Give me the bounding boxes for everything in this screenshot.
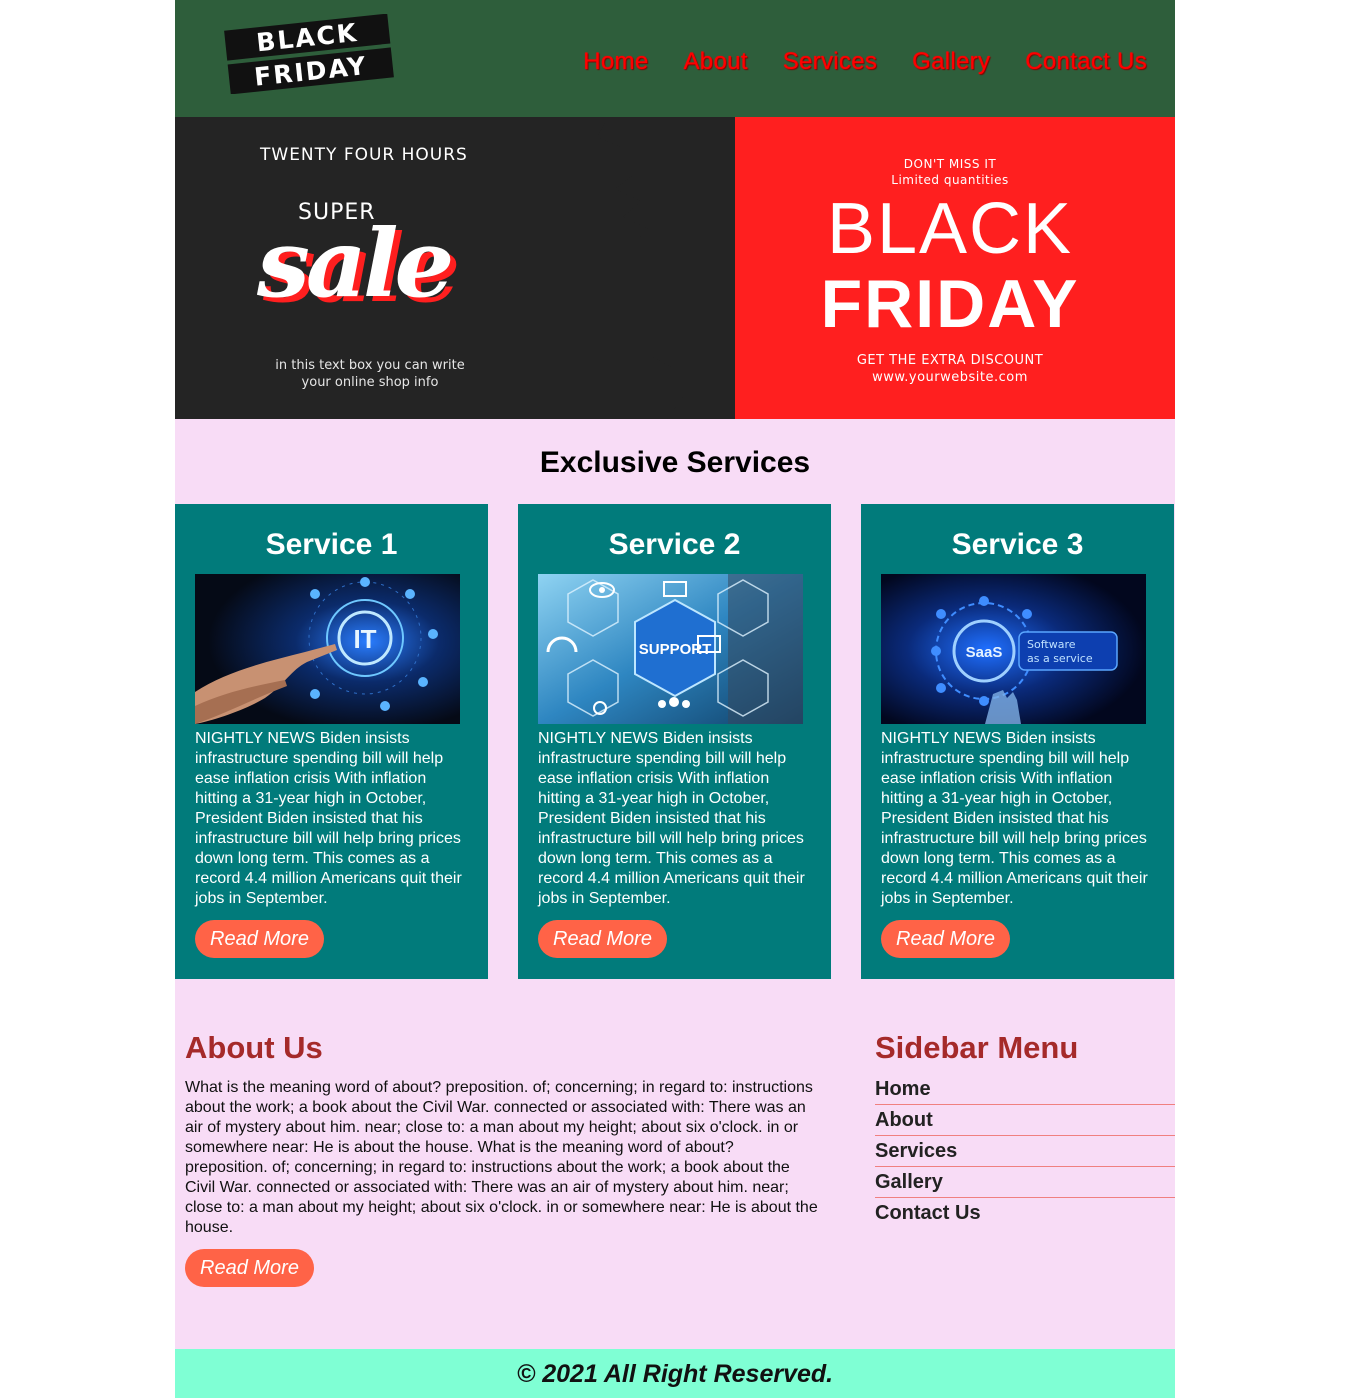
sidebar-title: Sidebar Menu [875, 1030, 1079, 1065]
banner-friday: FRIDAY [820, 266, 1080, 342]
read-more-button[interactable]: Read More [538, 920, 667, 958]
logo-line2: FRIDAY [253, 51, 369, 92]
sidebar-item-services[interactable]: Services [875, 1136, 1175, 1167]
support-image: SUPPORT [538, 574, 803, 724]
service-card-1: Service 1 IT NIGHTLY NEWS Biden insists … [175, 504, 488, 979]
copyright-text: © 2021 All Right Reserved. [516, 1360, 834, 1388]
saas-image-side-label-2: as a service [1027, 652, 1093, 665]
service-description: NIGHTLY NEWS Biden insists infrastructur… [195, 730, 462, 907]
it-technology-image: IT [195, 574, 460, 724]
sidebar-item-about[interactable]: About [875, 1105, 1175, 1136]
saas-image-side-label-1: Software [1027, 638, 1076, 651]
read-more-button[interactable]: Read More [195, 920, 324, 958]
banner-extra-discount: GET THE EXTRA DISCOUNT [856, 353, 1044, 368]
nav-contact-us[interactable]: Contact Us [1025, 48, 1147, 76]
nav-about[interactable]: About [684, 48, 748, 76]
sidebar-item-contact-us[interactable]: Contact Us [875, 1198, 1175, 1229]
service-card-3: Service 3 SaaS Software as a service NIG… [861, 504, 1174, 979]
saas-image: SaaS Software as a service [881, 574, 1146, 724]
nav-home[interactable]: Home [583, 48, 648, 76]
about-text: What is the meaning word of about? prepo… [185, 1079, 818, 1236]
service-title: Service 2 [608, 528, 741, 561]
about-title: About Us [185, 1030, 323, 1065]
service-description: NIGHTLY NEWS Biden insists infrastructur… [881, 730, 1148, 907]
sidebar-item-home[interactable]: Home [875, 1074, 1175, 1105]
banner-black: BLACK [826, 189, 1074, 269]
page: BLACK FRIDAY Home About Services Gallery… [175, 0, 1175, 1398]
service-title: Service 3 [951, 528, 1084, 561]
banner-limited: Limited quantities [891, 173, 1009, 187]
site-footer: © 2021 All Right Reserved. [175, 1349, 1175, 1398]
hero-banner: TWENTY FOUR HOURS SUPER sale in this tex… [175, 117, 1175, 419]
sidebar-item-gallery[interactable]: Gallery [875, 1167, 1175, 1198]
read-more-button[interactable]: Read More [881, 920, 1010, 958]
services-title: Exclusive Services [539, 446, 811, 479]
logo-line1: BLACK [255, 18, 360, 58]
banner-hours-text: TWENTY FOUR HOURS [260, 145, 468, 165]
service-title: Service 1 [265, 528, 398, 561]
banner-sale-text: sale [257, 209, 454, 319]
banner-dont-miss: DON'T MISS IT [903, 157, 997, 171]
nav-gallery[interactable]: Gallery [912, 48, 990, 76]
banner-website: www.yourwebsite.com [872, 370, 1028, 385]
banner-brush-edge [575, 117, 683, 419]
banner-info-line2: your online shop info [301, 375, 439, 390]
black-friday-logo[interactable]: BLACK FRIDAY [223, 14, 395, 94]
service-card-2: Service 2 SUPPORT NIGHTLY NEWS Biden ins… [518, 504, 831, 979]
about-read-more-button[interactable]: Read More [185, 1249, 314, 1287]
sidebar-menu: Home About Services Gallery Contact Us [875, 1074, 1175, 1229]
support-image-label: SUPPORT [639, 641, 712, 658]
banner-info-text: in this text box you can write your onli… [235, 357, 505, 391]
banner-right-panel: DON'T MISS IT Limited quantities BLACK F… [775, 117, 1125, 385]
saas-image-main-label: SaaS [966, 644, 1003, 661]
main-nav: Home About Services Gallery Contact Us [583, 48, 1147, 76]
nav-services[interactable]: Services [783, 48, 877, 76]
service-description: NIGHTLY NEWS Biden insists infrastructur… [538, 730, 805, 907]
svg-text:IT: IT [353, 624, 376, 654]
banner-info-line1: in this text box you can write [275, 358, 465, 373]
site-header: BLACK FRIDAY Home About Services Gallery… [175, 0, 1175, 117]
